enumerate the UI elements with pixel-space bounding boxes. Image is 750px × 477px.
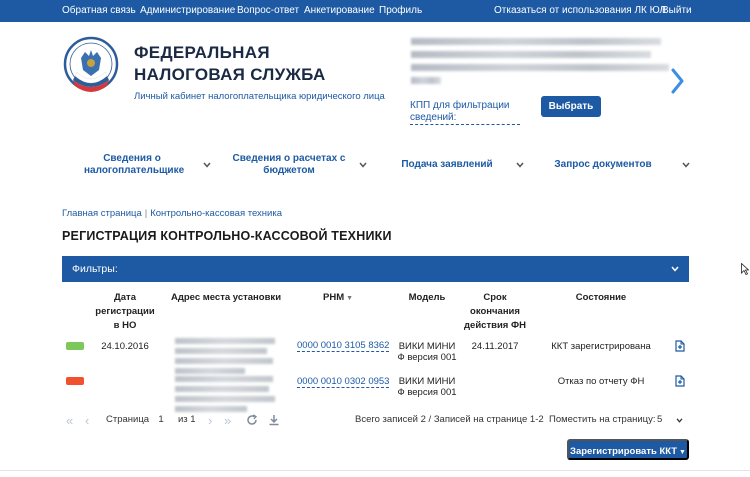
top-bar: Обратная связь Администрирование Вопрос-… — [0, 0, 750, 22]
mouse-cursor-icon — [741, 263, 749, 275]
status-indicator — [66, 377, 84, 385]
survey-link[interactable]: Анкетирование — [304, 5, 375, 16]
address-cell-blurred — [175, 338, 275, 378]
chevron-down-icon[interactable] — [682, 162, 690, 168]
column-header-reg-date[interactable]: Дата регистрации в НО — [95, 291, 155, 333]
status-indicator — [66, 342, 84, 350]
organization-info-blurred — [411, 38, 669, 92]
page-label: Страница — [106, 414, 150, 425]
select-button[interactable]: Выбрать — [541, 96, 601, 117]
brand-subtitle: Личный кабинет налогоплательщика юридиче… — [134, 91, 385, 102]
dropdown-caret-icon[interactable]: ▼ — [677, 449, 686, 456]
first-page-icon[interactable]: « — [66, 414, 73, 427]
kpp-filter-link[interactable]: КПП для фильтрации сведений: — [410, 100, 520, 125]
next-page-icon[interactable]: › — [208, 414, 212, 427]
decline-lk-link[interactable]: Отказаться от использования ЛК ЮЛ — [494, 5, 666, 16]
document-action-icon[interactable] — [674, 375, 686, 387]
register-kkt-button[interactable]: Зарегистрировать ККТ ▼ — [567, 439, 689, 460]
page-number-input[interactable]: 1 — [154, 414, 168, 425]
sort-desc-icon[interactable]: ▼ — [344, 295, 353, 302]
admin-link[interactable]: Администрирование — [140, 5, 235, 16]
chevron-down-icon[interactable] — [516, 162, 524, 168]
column-header-model[interactable]: Модель — [402, 291, 452, 305]
document-action-icon[interactable] — [674, 340, 686, 352]
chevron-down-icon[interactable] — [359, 162, 367, 168]
nav-submit-applications[interactable]: Подача заявлений — [399, 159, 495, 171]
chevron-down-icon[interactable] — [676, 418, 683, 423]
page-size-select[interactable]: 5 — [657, 414, 662, 425]
nav-taxpayer-info[interactable]: Сведения о налогоплательщике — [84, 153, 184, 177]
column-header-state[interactable]: Состояние — [560, 291, 642, 305]
chevron-down-icon[interactable] — [671, 266, 679, 272]
chevron-right-icon[interactable] — [670, 68, 684, 94]
reg-date-cell: 24.10.2016 — [101, 341, 149, 352]
model-cell: ВИКИ МИНИ Ф версия 001 — [397, 341, 457, 363]
feedback-link[interactable]: Обратная связь — [62, 5, 136, 16]
column-header-rnm[interactable]: РНМ ▼ — [318, 291, 358, 306]
address-cell-blurred — [175, 376, 275, 416]
footer-divider — [0, 470, 750, 471]
fns-emblem-logo[interactable] — [63, 36, 119, 98]
breadcrumb-current: Контрольно-кассовая техника — [150, 208, 282, 219]
nav-request-documents[interactable]: Запрос документов — [553, 159, 653, 171]
column-header-fn-expiry[interactable]: Срок окончания действия ФН — [462, 291, 528, 333]
rnm-link[interactable]: 0000 0010 3105 8362 — [297, 340, 390, 352]
model-cell: ВИКИ МИНИ Ф версия 001 — [397, 376, 457, 398]
chevron-down-icon[interactable] — [203, 162, 211, 168]
download-icon[interactable] — [268, 414, 280, 426]
breadcrumb-separator: | — [144, 208, 148, 219]
page-title: РЕГИСТРАЦИЯ КОНТРОЛЬНО-КАССОВОЙ ТЕХНИКИ — [62, 229, 392, 243]
state-cell: ККТ зарегистрирована — [551, 341, 651, 352]
logout-link[interactable]: Выйти — [662, 5, 692, 16]
profile-link[interactable]: Профиль — [379, 5, 422, 16]
qa-link[interactable]: Вопрос-ответ — [237, 5, 299, 16]
nav-budget-settlements[interactable]: Сведения о расчетах с бюджетом — [230, 153, 348, 177]
refresh-icon[interactable] — [246, 414, 258, 426]
state-cell: Отказ по отчету ФН — [557, 376, 645, 387]
breadcrumb: Главная страница | Контрольно-кассовая тех… — [62, 208, 282, 219]
breadcrumb-home-link[interactable]: Главная страница — [62, 208, 142, 219]
page-size-label: Поместить на страницу: — [549, 414, 656, 425]
records-summary: Всего записей 2 / Записей на странице 1-… — [355, 414, 544, 425]
column-header-address[interactable]: Адрес места установки — [170, 291, 282, 305]
filters-panel-toggle[interactable]: Фильтры: — [62, 256, 689, 282]
brand-title: ФЕДЕРАЛЬНАЯ НАЛОГОВАЯ СЛУЖБА — [134, 43, 326, 84]
filters-label: Фильтры: — [72, 263, 118, 275]
prev-page-icon[interactable]: ‹ — [85, 414, 89, 427]
last-page-icon[interactable]: » — [224, 414, 231, 427]
rnm-link[interactable]: 0000 0010 0302 0953 — [297, 376, 390, 388]
page-total: из 1 — [178, 414, 196, 425]
fn-expiry-cell: 24.11.2017 — [471, 341, 519, 352]
